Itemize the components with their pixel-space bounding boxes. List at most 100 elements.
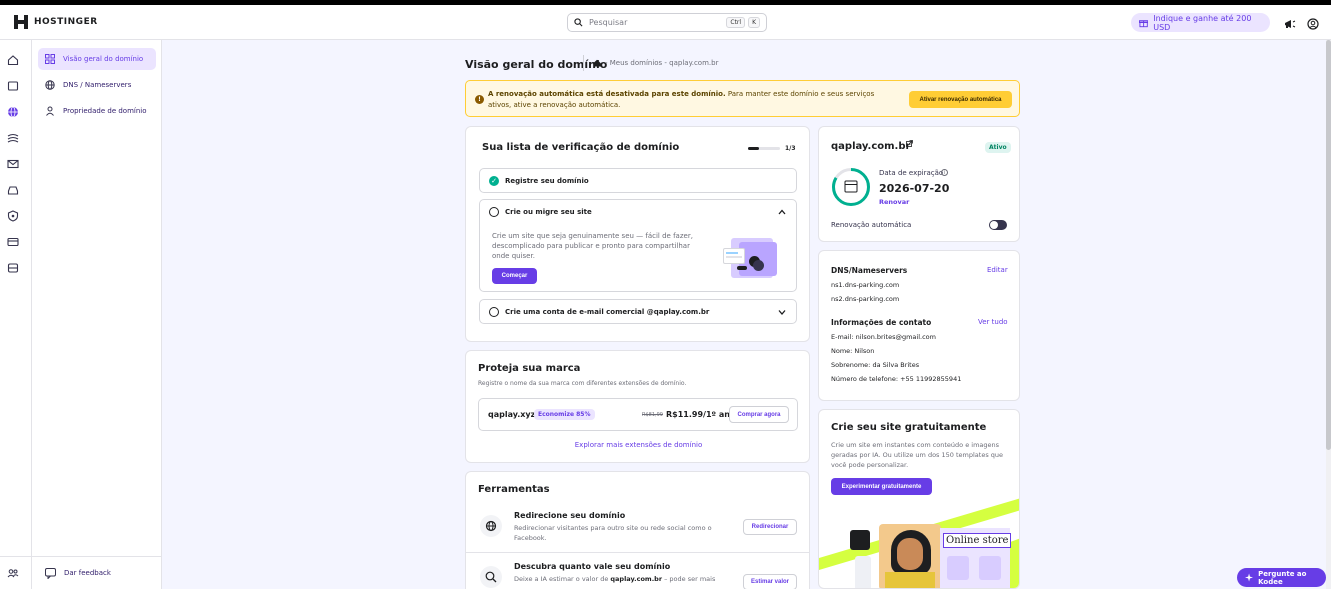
tool-valuation: Descubra quanto vale seu domínio Deixe a… bbox=[466, 554, 809, 589]
domain-subnav: Visão geral do domínio DNS / Nameservers… bbox=[32, 40, 162, 589]
left-rail bbox=[0, 40, 32, 589]
checklist-step-website: Crie ou migre seu site Crie um site que … bbox=[479, 199, 797, 292]
brand-card-subtitle: Registre o nome da sua marca com diferen… bbox=[478, 380, 687, 387]
auto-renew-toggle[interactable] bbox=[989, 220, 1007, 230]
rail-footer bbox=[0, 556, 32, 578]
checklist-step-register[interactable]: ✓ Registre seu domínio bbox=[479, 168, 797, 193]
domains-icon[interactable] bbox=[7, 106, 19, 118]
gift-icon bbox=[1139, 19, 1149, 27]
hostinger-logo[interactable]: HOSTINGER bbox=[14, 15, 98, 29]
online-store-label: Online store bbox=[943, 533, 1012, 548]
marketplace-icon[interactable] bbox=[7, 262, 19, 274]
search-placeholder: Pesquisar bbox=[589, 18, 628, 27]
step-label: Crie uma conta de e-mail comercial @qapl… bbox=[505, 308, 710, 316]
chat-bubble-icon bbox=[45, 567, 56, 579]
discount-badge: Economize 85% bbox=[534, 409, 595, 420]
offer-price: R$11.99/1º ano bbox=[666, 410, 736, 419]
product-thumb bbox=[947, 556, 969, 580]
auto-renew-alert: ! A renovação automática está desativada… bbox=[465, 80, 1020, 117]
subnav-item-dns[interactable]: DNS / Nameservers bbox=[38, 74, 156, 96]
title-divider bbox=[583, 55, 584, 71]
tool-desc-start: Deixe a IA estimar o valor de bbox=[514, 575, 611, 583]
step-label: Crie ou migre seu site bbox=[505, 208, 592, 216]
subnav-item-ownership[interactable]: Propriedade de domínio bbox=[38, 100, 156, 122]
buy-now-button[interactable]: Comprar agora bbox=[729, 406, 789, 423]
page-title: Visão geral do domínio bbox=[465, 58, 608, 71]
brand-name: HOSTINGER bbox=[34, 17, 98, 27]
renew-link[interactable]: Renovar bbox=[879, 198, 909, 206]
tools-card: Ferramentas Redirecione seu domínio Redi… bbox=[465, 471, 810, 589]
enable-auto-renew-button[interactable]: Ativar renovação automática bbox=[909, 91, 1012, 108]
websites-icon[interactable] bbox=[7, 80, 19, 92]
external-link-icon[interactable] bbox=[906, 140, 913, 147]
edit-dns-link[interactable]: Editar bbox=[987, 266, 1008, 274]
expiry-date: 2026-07-20 bbox=[879, 182, 950, 195]
tool-desc-domain: qaplay.com.br bbox=[610, 575, 663, 583]
protect-brand-card: Proteja sua marca Registre o nome da sua… bbox=[465, 350, 810, 463]
main-content: Visão geral do domínio - Meus domínios -… bbox=[162, 40, 1331, 589]
redirect-globe-icon bbox=[480, 515, 502, 537]
old-price: R$81,99 bbox=[642, 412, 663, 418]
domain-status-card: qaplay.com.br Ativo Data de expiração i … bbox=[818, 126, 1020, 242]
shortcut-key-ctrl: Ctrl bbox=[726, 17, 746, 28]
refer-earn-button[interactable]: Indique e ganhe até 200 USD bbox=[1131, 13, 1270, 32]
info-icon[interactable]: i bbox=[941, 169, 948, 176]
checklist-step-email[interactable]: Crie uma conta de e-mail comercial @qapl… bbox=[479, 299, 797, 324]
start-button[interactable]: Começar bbox=[492, 268, 537, 284]
chevron-down-icon[interactable] bbox=[778, 309, 786, 315]
status-badge: Ativo bbox=[985, 142, 1011, 153]
grid-icon bbox=[45, 54, 55, 64]
contact-phone: Número de telefone: +55 11992855941 bbox=[831, 375, 962, 383]
chevron-up-icon[interactable] bbox=[778, 209, 786, 215]
shortcut-key-k: K bbox=[748, 17, 760, 28]
horizons-icon[interactable] bbox=[7, 132, 19, 144]
empty-circle-icon bbox=[489, 207, 499, 217]
emails-icon[interactable] bbox=[7, 158, 19, 170]
checklist-progress-text: 1/3 bbox=[785, 145, 796, 152]
contact-title: Informações de contato bbox=[831, 318, 932, 327]
product-thumb bbox=[979, 556, 1001, 580]
home-icon[interactable] bbox=[593, 59, 601, 67]
billing-icon[interactable] bbox=[7, 236, 19, 248]
redirect-button[interactable]: Redirecionar bbox=[743, 519, 797, 535]
check-circle-icon: ✓ bbox=[489, 176, 499, 186]
step-header[interactable]: Crie ou migre seu site bbox=[480, 200, 796, 224]
dns-contact-card: DNS/Nameservers Editar ns1.dns-parking.c… bbox=[818, 250, 1020, 401]
megaphone-icon[interactable] bbox=[1284, 18, 1296, 30]
tool-desc: Deixe a IA estimar o valor de qaplay.com… bbox=[514, 574, 724, 584]
toolbar-panel bbox=[855, 556, 871, 588]
team-members-icon[interactable] bbox=[7, 567, 19, 579]
contact-surname: Sobrenome: da Silva Brites bbox=[831, 361, 920, 369]
page-scrollbar[interactable] bbox=[1326, 40, 1331, 589]
search-input[interactable]: Pesquisar Ctrl K bbox=[567, 13, 767, 32]
feedback-button[interactable]: Dar feedback bbox=[38, 562, 156, 584]
explore-extensions-link[interactable]: Explorar mais extensões de domínio bbox=[466, 441, 811, 449]
empty-circle-icon bbox=[489, 307, 499, 317]
warning-icon: ! bbox=[475, 95, 484, 104]
domain-offer-row: qaplay.xyz Economize 85% R$81,99 R$11.99… bbox=[478, 398, 798, 431]
tool-title: Descubra quanto vale seu domínio bbox=[514, 562, 671, 571]
view-all-link[interactable]: Ver tudo bbox=[978, 318, 1008, 326]
vps-icon[interactable] bbox=[7, 184, 19, 196]
search-icon bbox=[574, 18, 583, 27]
breadcrumb-text[interactable]: - Meus domínios - qaplay.com.br bbox=[605, 59, 718, 67]
checklist-progress-fill bbox=[748, 147, 759, 150]
ask-kodee-button[interactable]: Pergunte ao Kodee bbox=[1237, 568, 1326, 587]
try-free-button[interactable]: Experimentar gratuitamente bbox=[831, 478, 932, 495]
alert-message: A renovação automática está desativada p… bbox=[488, 89, 888, 111]
tools-title: Ferramentas bbox=[478, 484, 550, 495]
subnav-item-overview[interactable]: Visão geral do domínio bbox=[38, 48, 156, 70]
nameserver-2: ns2.dns-parking.com bbox=[831, 295, 900, 303]
kodee-label: Pergunte ao Kodee bbox=[1258, 569, 1307, 586]
security-shield-icon[interactable] bbox=[7, 210, 19, 222]
estimate-value-button[interactable]: Estimar valor bbox=[743, 574, 797, 589]
alert-title: A renovação automática está desativada p… bbox=[488, 90, 726, 98]
model-photo bbox=[879, 524, 941, 588]
scrollbar-thumb[interactable] bbox=[1326, 40, 1331, 450]
subnav-item-label: DNS / Nameservers bbox=[63, 81, 132, 89]
account-icon[interactable] bbox=[1307, 18, 1319, 30]
checklist-progress-bar bbox=[748, 147, 780, 150]
brand-card-title: Proteja sua marca bbox=[478, 363, 581, 374]
dns-title: DNS/Nameservers bbox=[831, 266, 908, 275]
home-icon[interactable] bbox=[7, 54, 19, 66]
